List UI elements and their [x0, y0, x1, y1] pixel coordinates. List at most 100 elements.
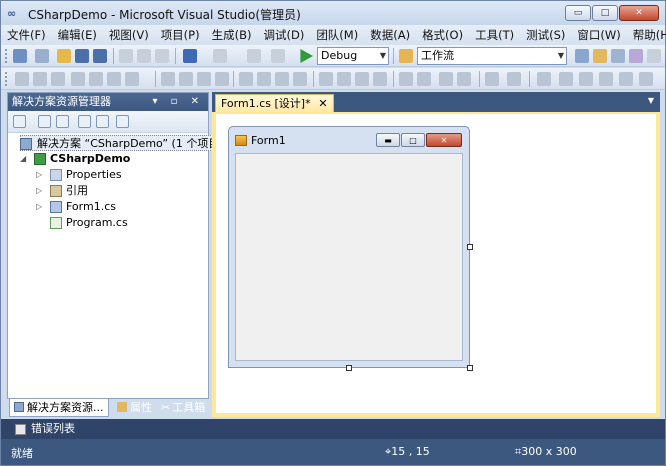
cut-icon[interactable]: [119, 49, 133, 63]
horizontal-spacing-equal-icon[interactable]: [239, 72, 253, 86]
tab-toolbox[interactable]: ✂ 工具箱: [157, 399, 209, 417]
toolbar-options-icon[interactable]: [647, 49, 661, 63]
redo-icon[interactable]: [213, 49, 227, 63]
toolbar-grip[interactable]: [5, 72, 8, 86]
toolbox-icon[interactable]: [629, 49, 643, 63]
menu-team[interactable]: 团队(M): [316, 27, 358, 43]
menu-build[interactable]: 生成(B): [212, 27, 252, 43]
tree-solution-node[interactable]: 解决方案 “CSharpDemo” (1 个项目): [20, 135, 227, 151]
make-same-height-icon[interactable]: [179, 72, 193, 86]
view-code-icon[interactable]: [78, 115, 91, 128]
find-in-files-icon[interactable]: [399, 49, 413, 63]
form-minimize-button[interactable]: ▬: [376, 133, 400, 147]
properties-icon[interactable]: [13, 115, 26, 128]
refresh-icon[interactable]: [56, 115, 69, 128]
previous-bookmark-icon[interactable]: [619, 72, 633, 86]
vertical-spacing-decrease-icon[interactable]: [355, 72, 369, 86]
horizontal-spacing-increase-icon[interactable]: [257, 72, 271, 86]
open-file-icon[interactable]: [57, 49, 71, 63]
expand-triangle-icon[interactable]: ▷: [36, 183, 42, 199]
menu-format[interactable]: 格式(O): [422, 27, 463, 43]
tree-program-node[interactable]: Program.cs: [36, 215, 128, 231]
uncomment-icon[interactable]: [579, 72, 593, 86]
center-horizontally-icon[interactable]: [399, 72, 413, 86]
send-to-back-icon[interactable]: [457, 72, 471, 86]
minimize-button[interactable]: ▭: [565, 5, 591, 21]
tree-references-node[interactable]: ▷ 引用: [36, 183, 88, 199]
menu-tools[interactable]: 工具(T): [475, 27, 514, 43]
designer-form[interactable]: Form1 ▬ □ ✕: [228, 126, 470, 368]
tab-solution-explorer[interactable]: 解决方案资源...: [9, 399, 109, 417]
lock-controls-icon[interactable]: [507, 72, 521, 86]
tree-project-node[interactable]: ◢ CSharpDemo: [20, 151, 130, 167]
align-bottoms-icon[interactable]: [107, 72, 121, 86]
align-centers-icon[interactable]: [33, 72, 47, 86]
solution-configuration-select[interactable]: Debug ▼: [317, 47, 389, 65]
align-middles-icon[interactable]: [89, 72, 103, 86]
expand-triangle-icon[interactable]: ▷: [36, 167, 42, 183]
new-project-icon[interactable]: [13, 49, 27, 63]
navigate-backward-icon[interactable]: [247, 49, 261, 63]
solution-explorer-icon[interactable]: [575, 49, 589, 63]
bookmark-icon[interactable]: [599, 72, 613, 86]
show-all-files-icon[interactable]: [38, 115, 51, 128]
save-icon[interactable]: [75, 49, 89, 63]
align-lefts-icon[interactable]: [15, 72, 29, 86]
tree-form1-node[interactable]: ▷ Form1.cs: [36, 199, 116, 215]
make-same-width-icon[interactable]: [161, 72, 175, 86]
tab-form1-design[interactable]: Form1.cs [设计]* ✕: [215, 94, 334, 112]
vertical-spacing-equal-icon[interactable]: [319, 72, 333, 86]
menu-debug[interactable]: 调试(D): [263, 27, 304, 43]
comment-icon[interactable]: [559, 72, 573, 86]
menu-help[interactable]: 帮助(H): [633, 27, 666, 43]
bring-to-front-icon[interactable]: [439, 72, 453, 86]
menu-edit[interactable]: 编辑(E): [58, 27, 97, 43]
document-list-dropdown-icon[interactable]: ▼: [648, 96, 654, 105]
tree-properties-node[interactable]: ▷ Properties: [36, 167, 122, 183]
close-button[interactable]: ✕: [619, 5, 659, 21]
paste-icon[interactable]: [155, 49, 169, 63]
resize-handle-bottom-right[interactable]: [467, 365, 473, 371]
make-same-size-icon[interactable]: [197, 72, 211, 86]
undo-icon[interactable]: [183, 49, 197, 63]
properties-window-icon[interactable]: [593, 49, 607, 63]
align-rights-icon[interactable]: [51, 72, 65, 86]
navigate-forward-icon[interactable]: [271, 49, 285, 63]
next-bookmark-icon[interactable]: [639, 72, 653, 86]
form-designer-surface[interactable]: Form1 ▬ □ ✕: [212, 112, 660, 417]
menu-view[interactable]: 视图(V): [109, 27, 149, 43]
menu-test[interactable]: 测试(S): [526, 27, 565, 43]
center-vertically-icon[interactable]: [417, 72, 431, 86]
copy-icon[interactable]: [137, 49, 151, 63]
tab-properties[interactable]: 属性: [113, 399, 156, 417]
form-maximize-button[interactable]: □: [401, 133, 425, 147]
menu-file[interactable]: 文件(F): [7, 27, 46, 43]
menu-data[interactable]: 数据(A): [370, 27, 410, 43]
title-bar[interactable]: ∞ CSharpDemo - Microsoft Visual Studio(管…: [1, 1, 665, 25]
view-designer-icon[interactable]: [96, 115, 109, 128]
maximize-button[interactable]: □: [592, 5, 618, 21]
close-tab-icon[interactable]: ✕: [318, 95, 327, 112]
align-to-grid-icon[interactable]: [125, 72, 139, 86]
resize-handle-right[interactable]: [467, 244, 473, 250]
tab-order-icon[interactable]: [485, 72, 499, 86]
start-debugging-icon[interactable]: [300, 49, 313, 63]
align-tops-icon[interactable]: [71, 72, 85, 86]
text-editor-icon[interactable]: [537, 72, 551, 86]
menu-project[interactable]: 项目(P): [161, 27, 200, 43]
form-close-button[interactable]: ✕: [426, 133, 462, 147]
horizontal-spacing-remove-icon[interactable]: [293, 72, 307, 86]
vertical-spacing-remove-icon[interactable]: [373, 72, 387, 86]
save-all-icon[interactable]: [93, 49, 107, 63]
menu-window[interactable]: 窗口(W): [577, 27, 620, 43]
resize-handle-bottom[interactable]: [346, 365, 352, 371]
collapse-triangle-icon[interactable]: ◢: [20, 151, 26, 167]
object-browser-icon[interactable]: [611, 49, 625, 63]
toolbar-grip[interactable]: [5, 49, 8, 63]
form-client-area[interactable]: [235, 153, 463, 361]
add-item-icon[interactable]: [35, 49, 49, 63]
expand-triangle-icon[interactable]: ▷: [36, 199, 42, 215]
view-class-diagram-icon[interactable]: [116, 115, 129, 128]
find-combo[interactable]: 工作流 ▼: [417, 47, 567, 65]
horizontal-spacing-decrease-icon[interactable]: [275, 72, 289, 86]
